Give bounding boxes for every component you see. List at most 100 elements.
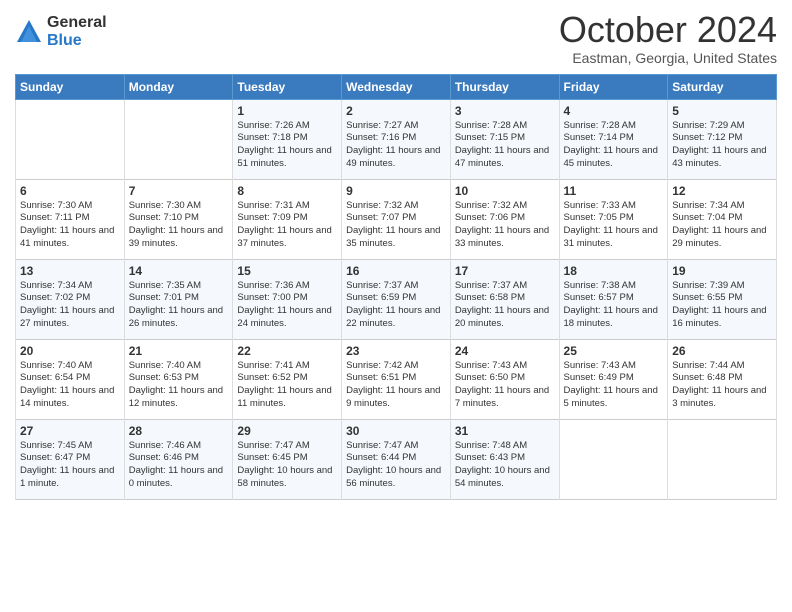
day-cell: 5 Sunrise: 7:29 AM Sunset: 7:12 PM Daylig… [668, 99, 777, 179]
day-cell: 19 Sunrise: 7:39 AM Sunset: 6:55 PM Dayli… [668, 259, 777, 339]
day-info: Sunrise: 7:43 AM Sunset: 6:49 PM Dayligh… [564, 360, 664, 411]
day-number: 22 [237, 344, 337, 358]
day-cell: 26 Sunrise: 7:44 AM Sunset: 6:48 PM Dayli… [668, 339, 777, 419]
day-cell: 16 Sunrise: 7:37 AM Sunset: 6:59 PM Dayli… [342, 259, 451, 339]
logo: General Blue [15, 14, 107, 49]
day-cell: 15Sunrise: 7:36 AM Sunset: 7:00 PM Dayli… [233, 259, 342, 339]
subtitle: Eastman, Georgia, United States [559, 50, 777, 66]
col-wednesday: Wednesday [342, 74, 451, 99]
day-number: 21 [129, 344, 229, 358]
day-cell: 14 Sunrise: 7:35 AM Sunset: 7:01 PM Dayli… [124, 259, 233, 339]
calendar-header: Sunday Monday Tuesday Wednesday Thursday… [16, 74, 777, 99]
day-cell: 8 Sunrise: 7:31 AM Sunset: 7:09 PM Daylig… [233, 179, 342, 259]
day-info: Sunrise: 7:45 AM Sunset: 6:47 PM Dayligh… [20, 440, 120, 491]
day-number: 11 [564, 184, 664, 198]
week-row-4: 20 Sunrise: 7:40 AM Sunset: 6:54 PM Dayli… [16, 339, 777, 419]
day-number: 25 [564, 344, 664, 358]
day-number: 14 [129, 264, 229, 278]
weekday-row: Sunday Monday Tuesday Wednesday Thursday… [16, 74, 777, 99]
day-cell: 29Sunrise: 7:47 AM Sunset: 6:45 PM Dayli… [233, 419, 342, 499]
day-info: Sunrise: 7:46 AM Sunset: 6:46 PM Dayligh… [129, 440, 229, 491]
day-number: 16 [346, 264, 446, 278]
day-info: Sunrise: 7:39 AM Sunset: 6:55 PM Dayligh… [672, 280, 772, 331]
day-info: Sunrise: 7:34 AM Sunset: 7:02 PM Dayligh… [20, 280, 120, 331]
day-cell: 4 Sunrise: 7:28 AM Sunset: 7:14 PM Daylig… [559, 99, 668, 179]
day-info: Sunrise: 7:44 AM Sunset: 6:48 PM Dayligh… [672, 360, 772, 411]
day-cell: 18 Sunrise: 7:38 AM Sunset: 6:57 PM Dayli… [559, 259, 668, 339]
day-info: Sunrise: 7:43 AM Sunset: 6:50 PM Dayligh… [455, 360, 555, 411]
day-number: 18 [564, 264, 664, 278]
day-number: 30 [346, 424, 446, 438]
day-info: Sunrise: 7:26 AM Sunset: 7:18 PM Dayligh… [237, 120, 337, 171]
day-number: 5 [672, 104, 772, 118]
day-info: Sunrise: 7:38 AM Sunset: 6:57 PM Dayligh… [564, 280, 664, 331]
day-cell: 13 Sunrise: 7:34 AM Sunset: 7:02 PM Dayli… [16, 259, 125, 339]
day-number: 15 [237, 264, 337, 278]
col-monday: Monday [124, 74, 233, 99]
day-info: Sunrise: 7:33 AM Sunset: 7:05 PM Dayligh… [564, 200, 664, 251]
day-cell: 17 Sunrise: 7:37 AM Sunset: 6:58 PM Dayli… [450, 259, 559, 339]
page: General Blue October 2024 Eastman, Georg… [0, 0, 792, 612]
day-number: 2 [346, 104, 446, 118]
logo-icon [15, 18, 43, 46]
day-info: Sunrise: 7:40 AM Sunset: 6:53 PM Dayligh… [129, 360, 229, 411]
day-cell: 31 Sunrise: 7:48 AM Sunset: 6:43 PM Dayli… [450, 419, 559, 499]
day-cell: 11 Sunrise: 7:33 AM Sunset: 7:05 PM Dayli… [559, 179, 668, 259]
day-number: 1 [237, 104, 337, 118]
day-cell: 21 Sunrise: 7:40 AM Sunset: 6:53 PM Dayli… [124, 339, 233, 419]
day-info: Sunrise: 7:28 AM Sunset: 7:14 PM Dayligh… [564, 120, 664, 171]
calendar-body: 1 Sunrise: 7:26 AM Sunset: 7:18 PM Daylig… [16, 99, 777, 499]
day-number: 7 [129, 184, 229, 198]
header: General Blue October 2024 Eastman, Georg… [15, 10, 777, 66]
day-info: Sunrise: 7:37 AM Sunset: 6:58 PM Dayligh… [455, 280, 555, 331]
day-cell: 23Sunrise: 7:42 AM Sunset: 6:51 PM Dayli… [342, 339, 451, 419]
day-info: Sunrise: 7:41 AM Sunset: 6:52 PM Dayligh… [237, 360, 337, 411]
day-info: Sunrise: 7:47 AM Sunset: 6:44 PM Dayligh… [346, 440, 446, 491]
logo-blue: Blue [47, 32, 107, 50]
day-cell: 3 Sunrise: 7:28 AM Sunset: 7:15 PM Daylig… [450, 99, 559, 179]
title-block: October 2024 Eastman, Georgia, United St… [559, 10, 777, 66]
day-cell [16, 99, 125, 179]
day-info: Sunrise: 7:31 AM Sunset: 7:09 PM Dayligh… [237, 200, 337, 251]
day-number: 17 [455, 264, 555, 278]
day-info: Sunrise: 7:30 AM Sunset: 7:10 PM Dayligh… [129, 200, 229, 251]
day-info: Sunrise: 7:37 AM Sunset: 6:59 PM Dayligh… [346, 280, 446, 331]
col-friday: Friday [559, 74, 668, 99]
day-number: 27 [20, 424, 120, 438]
week-row-3: 13 Sunrise: 7:34 AM Sunset: 7:02 PM Dayli… [16, 259, 777, 339]
day-number: 10 [455, 184, 555, 198]
day-cell: 2 Sunrise: 7:27 AM Sunset: 7:16 PM Daylig… [342, 99, 451, 179]
day-cell: 30 Sunrise: 7:47 AM Sunset: 6:44 PM Dayli… [342, 419, 451, 499]
day-info: Sunrise: 7:47 AM Sunset: 6:45 PM Dayligh… [237, 440, 337, 491]
day-number: 26 [672, 344, 772, 358]
logo-text: General Blue [47, 14, 107, 49]
day-info: Sunrise: 7:28 AM Sunset: 7:15 PM Dayligh… [455, 120, 555, 171]
day-number: 3 [455, 104, 555, 118]
week-row-2: 6Sunrise: 7:30 AM Sunset: 7:11 PM Daylig… [16, 179, 777, 259]
day-number: 28 [129, 424, 229, 438]
day-number: 19 [672, 264, 772, 278]
day-cell: 22 Sunrise: 7:41 AM Sunset: 6:52 PM Dayli… [233, 339, 342, 419]
day-info: Sunrise: 7:35 AM Sunset: 7:01 PM Dayligh… [129, 280, 229, 331]
day-number: 13 [20, 264, 120, 278]
day-info: Sunrise: 7:27 AM Sunset: 7:16 PM Dayligh… [346, 120, 446, 171]
week-row-5: 27 Sunrise: 7:45 AM Sunset: 6:47 PM Dayli… [16, 419, 777, 499]
col-saturday: Saturday [668, 74, 777, 99]
day-number: 23 [346, 344, 446, 358]
day-info: Sunrise: 7:29 AM Sunset: 7:12 PM Dayligh… [672, 120, 772, 171]
day-info: Sunrise: 7:40 AM Sunset: 6:54 PM Dayligh… [20, 360, 120, 411]
day-number: 20 [20, 344, 120, 358]
day-number: 4 [564, 104, 664, 118]
day-info: Sunrise: 7:30 AM Sunset: 7:11 PM Dayligh… [20, 200, 120, 251]
day-info: Sunrise: 7:48 AM Sunset: 6:43 PM Dayligh… [455, 440, 555, 491]
day-cell: 20 Sunrise: 7:40 AM Sunset: 6:54 PM Dayli… [16, 339, 125, 419]
day-number: 8 [237, 184, 337, 198]
week-row-1: 1 Sunrise: 7:26 AM Sunset: 7:18 PM Daylig… [16, 99, 777, 179]
day-cell: 7 Sunrise: 7:30 AM Sunset: 7:10 PM Daylig… [124, 179, 233, 259]
col-thursday: Thursday [450, 74, 559, 99]
day-number: 31 [455, 424, 555, 438]
day-cell: 24 Sunrise: 7:43 AM Sunset: 6:50 PM Dayli… [450, 339, 559, 419]
day-cell: 28 Sunrise: 7:46 AM Sunset: 6:46 PM Dayli… [124, 419, 233, 499]
day-cell: 27 Sunrise: 7:45 AM Sunset: 6:47 PM Dayli… [16, 419, 125, 499]
day-number: 24 [455, 344, 555, 358]
